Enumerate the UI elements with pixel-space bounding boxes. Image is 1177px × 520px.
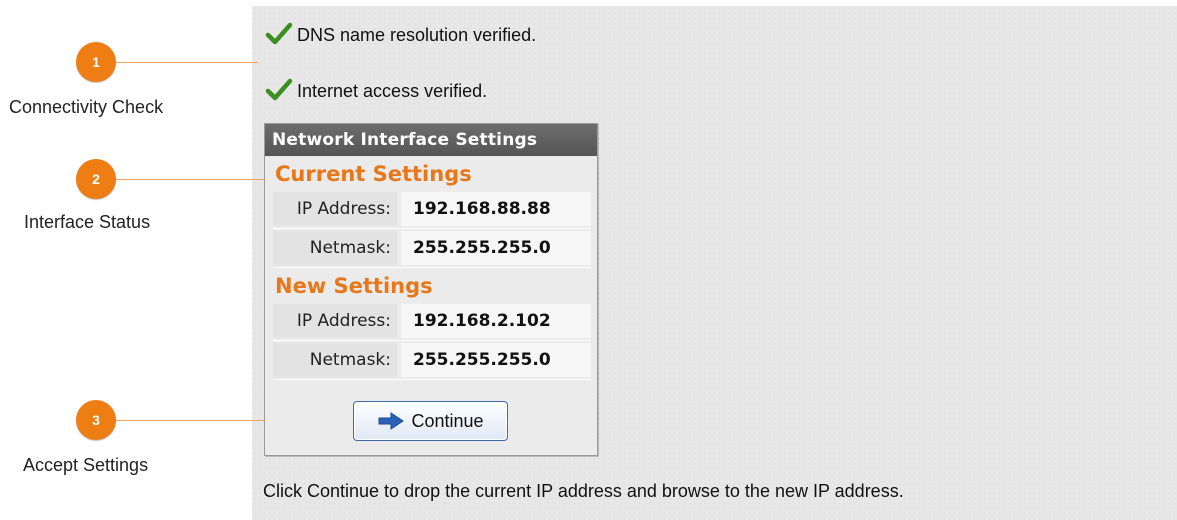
new-ip-value: 192.168.2.102: [401, 304, 591, 338]
check-icon: [265, 78, 293, 101]
dns-status: DNS name resolution verified.: [265, 22, 536, 46]
callout-badge-1: 1: [76, 42, 116, 82]
dns-status-text: DNS name resolution verified.: [297, 25, 537, 45]
arrow-right-icon: [378, 412, 405, 430]
new-ip-label: IP Address:: [273, 304, 397, 338]
check-icon: [265, 22, 293, 45]
network-box-title: Network Interface Settings: [265, 124, 597, 156]
new-settings-heading: New Settings: [275, 274, 433, 298]
internet-status: Internet access verified.: [265, 78, 487, 102]
new-netmask-value: 255.255.255.0: [401, 343, 591, 377]
callout-label-interface: Interface Status: [24, 212, 151, 232]
internet-status-text: Internet access verified.: [297, 81, 488, 101]
continue-button-wrap: Continue: [353, 401, 508, 441]
continue-button-label: Continue: [411, 410, 484, 431]
current-netmask-row: Netmask: 255.255.255.0: [273, 229, 591, 268]
callout-badge-3: 3: [76, 400, 116, 440]
new-netmask-row: Netmask: 255.255.255.0: [273, 341, 591, 380]
new-netmask-label: Netmask:: [273, 343, 397, 377]
continue-button[interactable]: Continue: [353, 401, 508, 441]
current-ip-label: IP Address:: [273, 192, 397, 226]
callout-badge-2: 2: [76, 159, 116, 199]
callout-line-2: [116, 179, 266, 180]
current-netmask-value: 255.255.255.0: [401, 231, 591, 265]
network-interface-settings-box: Network Interface Settings Current Setti…: [264, 123, 598, 456]
current-ip-row: IP Address: 192.168.88.88: [273, 190, 591, 229]
current-settings-heading: Current Settings: [275, 162, 472, 186]
current-netmask-label: Netmask:: [273, 231, 397, 265]
callout-line-1: [116, 62, 258, 63]
new-ip-row: IP Address: 192.168.2.102: [273, 302, 591, 341]
callout-label-accept: Accept Settings: [23, 455, 149, 475]
footer-instructions: Click Continue to drop the current IP ad…: [263, 481, 904, 501]
callout-column: 1 Connectivity Check 2 Interface Status …: [0, 0, 252, 520]
callout-label-connectivity: Connectivity Check: [9, 97, 164, 117]
current-ip-value: 192.168.88.88: [401, 192, 591, 226]
